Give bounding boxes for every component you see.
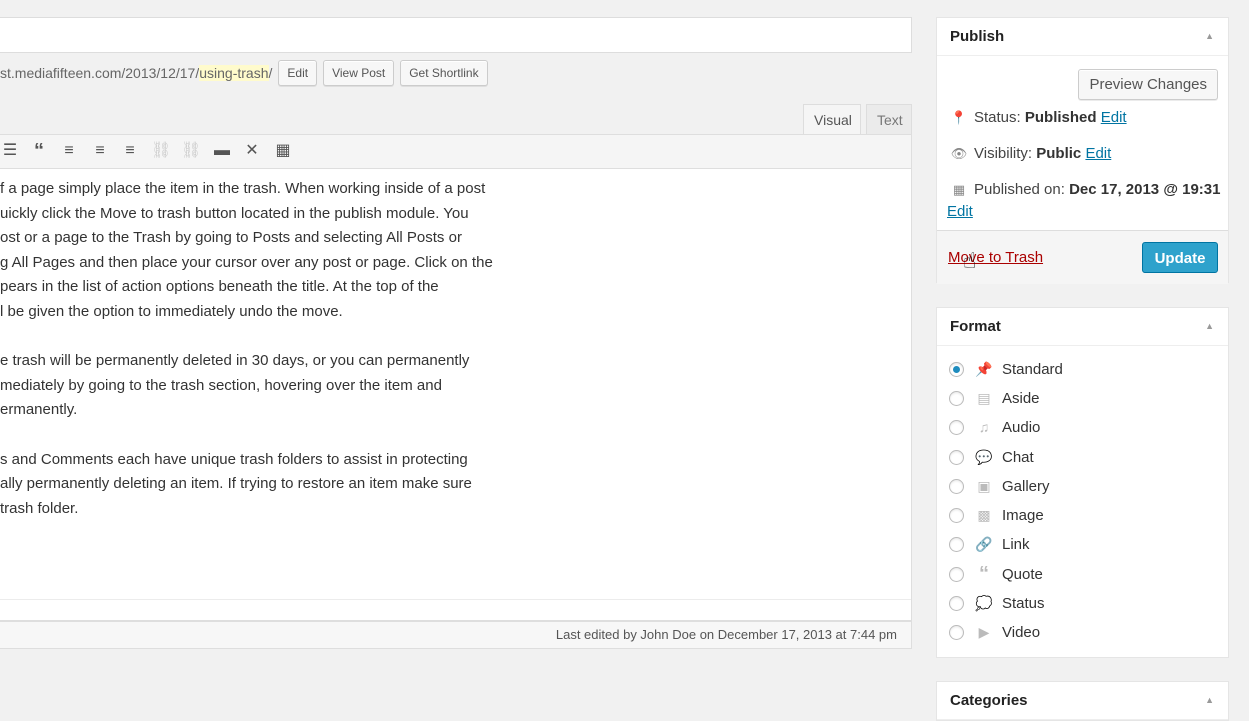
publish-box: Publish ▲ Preview Changes 📍 Status: Publi… bbox=[936, 17, 1229, 284]
format-option-image[interactable]: ▩ Image bbox=[949, 503, 1044, 527]
edit-date-link[interactable]: Edit bbox=[947, 203, 973, 220]
publish-title: Publish bbox=[950, 28, 1005, 45]
editor-toolbar: ☰ “ ≡ ≡ ≡ ⛓ ⛓ ▬ ✕ ▦ bbox=[0, 135, 911, 169]
blockquote-icon[interactable]: “ bbox=[29, 141, 49, 161]
paragraph-3: s and Comments each have unique trash fo… bbox=[0, 450, 472, 517]
aside-icon: ▤ bbox=[977, 389, 991, 406]
radio-audio[interactable] bbox=[949, 419, 964, 435]
numbered-list-icon[interactable]: ☰ bbox=[0, 141, 20, 161]
categories-box: Categories ▲ bbox=[936, 681, 1229, 721]
format-title: Format bbox=[950, 318, 1001, 335]
radio-standard[interactable] bbox=[949, 361, 964, 377]
permalink-row: st.mediafifteen.com/2013/12/17/using-tra… bbox=[0, 60, 488, 86]
edit-status-link[interactable]: Edit bbox=[1101, 109, 1127, 126]
radio-image[interactable] bbox=[949, 507, 964, 523]
update-button[interactable]: Update bbox=[1142, 242, 1218, 273]
radio-video[interactable] bbox=[949, 624, 964, 640]
collapse-arrow-icon[interactable]: ▲ bbox=[1205, 321, 1214, 331]
unlink-icon[interactable]: ⛓ bbox=[181, 141, 201, 161]
format-box: Format ▲ 📌 Standard ▤ Aside ♫ Audio 💬 Ch… bbox=[936, 307, 1229, 658]
format-option-standard[interactable]: 📌 Standard bbox=[949, 357, 1063, 381]
editor-content[interactable]: f a page simply place the item in the tr… bbox=[0, 177, 540, 546]
format-option-chat[interactable]: 💬 Chat bbox=[949, 445, 1034, 469]
format-option-gallery[interactable]: ▣ Gallery bbox=[949, 474, 1050, 498]
chain-link-icon: 🔗 bbox=[975, 535, 993, 552]
read-more-icon[interactable]: ▬ bbox=[212, 141, 232, 161]
radio-chat[interactable] bbox=[949, 449, 964, 465]
edit-date-row: Edit bbox=[947, 203, 973, 220]
insert-link-icon[interactable]: ⛓ bbox=[151, 141, 171, 161]
fullscreen-icon[interactable]: ✕ bbox=[242, 141, 262, 161]
editor-separator bbox=[0, 599, 911, 600]
preview-changes-button[interactable]: Preview Changes bbox=[1078, 69, 1218, 100]
pin-icon: 📍 bbox=[950, 110, 968, 125]
align-center-icon[interactable]: ≡ bbox=[90, 141, 110, 161]
get-shortlink-button[interactable]: Get Shortlink bbox=[400, 60, 488, 86]
toolbar-toggle-icon[interactable]: ▦ bbox=[273, 141, 293, 161]
permalink-base: st.mediafifteen.com/2013/12/17/ bbox=[0, 65, 200, 81]
publish-box-header[interactable]: Publish ▲ bbox=[937, 18, 1228, 56]
radio-quote[interactable] bbox=[949, 566, 964, 582]
collapse-arrow-icon[interactable]: ▲ bbox=[1205, 695, 1214, 705]
paragraph-2: e trash will be permanently deleted in 3… bbox=[0, 352, 470, 419]
radio-gallery[interactable] bbox=[949, 478, 964, 494]
permalink-trailing-slash: / bbox=[268, 65, 273, 81]
format-option-quote[interactable]: “ Quote bbox=[949, 562, 1043, 586]
post-title-input[interactable] bbox=[0, 17, 912, 53]
quote-marks-icon: “ bbox=[979, 562, 989, 585]
categories-box-header[interactable]: Categories ▲ bbox=[937, 682, 1228, 720]
format-option-video[interactable]: ▶ Video bbox=[949, 620, 1040, 644]
radio-link[interactable] bbox=[949, 536, 964, 552]
editor-status-bar: Last edited by John Doe on December 17, … bbox=[0, 621, 912, 649]
radio-aside[interactable] bbox=[949, 390, 964, 406]
format-box-header[interactable]: Format ▲ bbox=[937, 308, 1228, 346]
post-editor[interactable]: ☰ “ ≡ ≡ ≡ ⛓ ⛓ ▬ ✕ ▦ f a page simply plac… bbox=[0, 134, 912, 621]
edit-permalink-button[interactable]: Edit bbox=[278, 60, 318, 86]
eye-icon: 👁 bbox=[950, 146, 968, 161]
published-on-row: ▦ Published on: Dec 17, 2013 @ 19:31 bbox=[950, 181, 1221, 198]
format-option-aside[interactable]: ▤ Aside bbox=[949, 386, 1040, 410]
tab-visual[interactable]: Visual bbox=[803, 104, 861, 134]
align-left-icon[interactable]: ≡ bbox=[59, 141, 79, 161]
view-post-button[interactable]: View Post bbox=[323, 60, 395, 86]
format-option-link[interactable]: 🔗 Link bbox=[949, 532, 1030, 556]
paragraph-1: f a page simply place the item in the tr… bbox=[0, 180, 493, 320]
edit-visibility-link[interactable]: Edit bbox=[1085, 145, 1111, 162]
chat-bubbles-icon: 💬 bbox=[975, 448, 993, 465]
align-right-icon[interactable]: ≡ bbox=[120, 141, 140, 161]
radio-status[interactable] bbox=[949, 595, 964, 611]
video-icon: ▶ bbox=[978, 623, 990, 640]
collapse-arrow-icon[interactable]: ▲ bbox=[1205, 31, 1214, 41]
gallery-icon: ▣ bbox=[977, 477, 991, 494]
permalink-slug[interactable]: using-trash bbox=[199, 65, 269, 81]
status-row: 📍 Status: Published Edit bbox=[950, 109, 1127, 126]
format-option-status[interactable]: 💭 Status bbox=[949, 591, 1045, 615]
publish-actions: Move to Trash ☝ Update bbox=[937, 230, 1228, 284]
tab-text[interactable]: Text bbox=[866, 104, 912, 134]
hand-cursor-icon: ☝ bbox=[963, 248, 977, 273]
last-edited-text: Last edited by John Doe on December 17, … bbox=[555, 627, 897, 642]
speech-bubble-icon: 💭 bbox=[975, 594, 993, 611]
image-icon: ▩ bbox=[977, 506, 991, 523]
visibility-row: 👁 Visibility: Public Edit bbox=[950, 145, 1112, 162]
format-option-audio[interactable]: ♫ Audio bbox=[949, 415, 1040, 439]
music-note-icon: ♫ bbox=[978, 419, 990, 435]
categories-title: Categories bbox=[950, 692, 1028, 709]
calendar-icon: ▦ bbox=[952, 182, 966, 197]
pushpin-icon: 📌 bbox=[975, 360, 993, 377]
